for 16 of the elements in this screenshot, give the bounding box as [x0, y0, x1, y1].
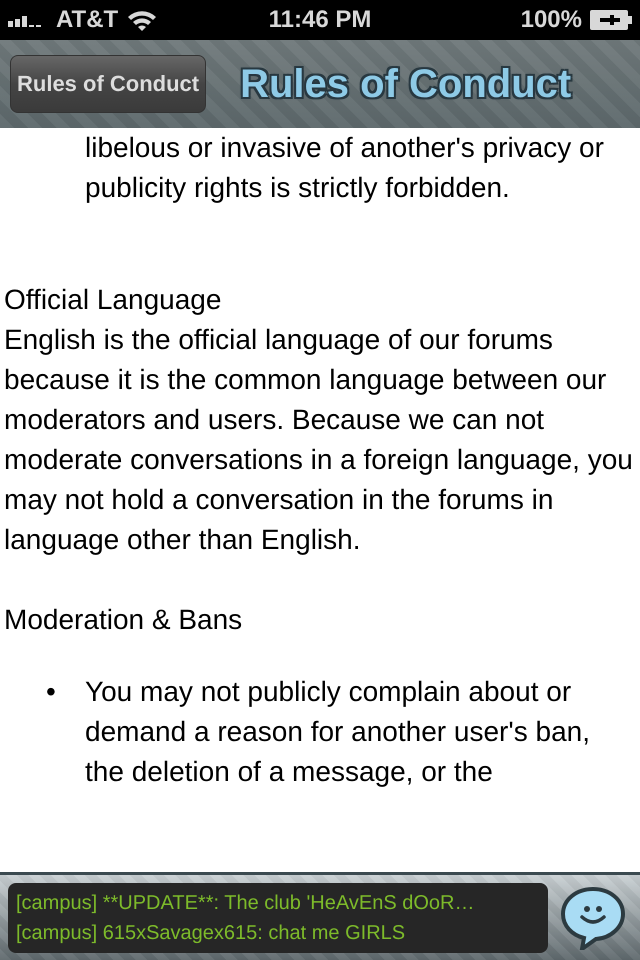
bullet-mark: •	[45, 675, 57, 709]
rule-text: You may not publicly complain about or demand a reason for another user's ban, the deletion of a message, or the	[85, 675, 591, 789]
chat-bubble-icon[interactable]	[560, 886, 626, 950]
section-heading: Official Language	[4, 283, 222, 317]
clock-time: 11:46 PM	[268, 6, 372, 33]
back-button[interactable]: Rules of Conduct	[10, 55, 206, 113]
battery-percent: 100%	[520, 6, 582, 34]
chat-ticker[interactable]: [campus] **UPDATE**: The club 'HeAvEnS dOoR… [campus] 615xSavagex615: chat me GIRLS	[8, 882, 548, 952]
chat-message: [campus] 615xSavagex615: chat me GIRLS	[16, 920, 406, 946]
carrier-name: AT&T	[56, 6, 118, 34]
section-heading: Moderation & Bans	[4, 603, 244, 637]
nav-title: Rules of Conduct	[240, 62, 572, 106]
chat-message: [campus] **UPDATE**: The club 'HeAvEnS dOoR…	[16, 890, 476, 916]
battery-charging-icon	[590, 10, 632, 30]
rule-text: libelous or invasive of another's privacy or publicity rights is strictly forbidden.	[84, 131, 605, 205]
body-paragraph: English is the official language of our forums because it is the common language between our moderators and users. Because we can not moderate conversations in a foreign language, you may not hold a conversation in the forums in language other than English.	[4, 323, 634, 557]
